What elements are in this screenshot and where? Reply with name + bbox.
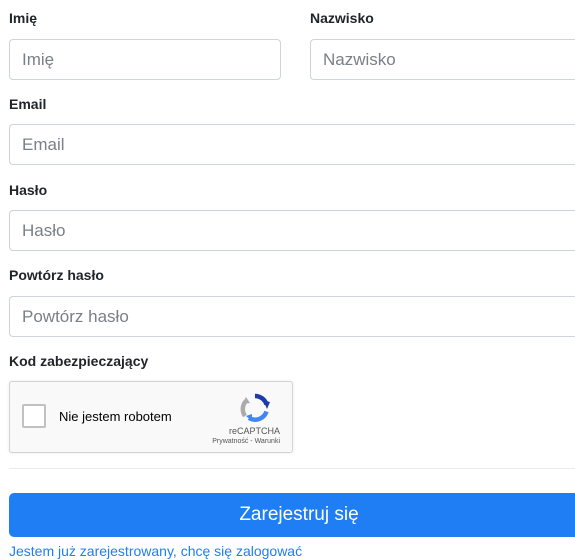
password-repeat-input[interactable]: Powtórz hasło — [9, 296, 575, 337]
password-label: Hasło — [9, 182, 48, 198]
email-label: Email — [9, 96, 47, 112]
register-button[interactable]: Zarejestruj się — [9, 493, 575, 537]
form-divider — [9, 468, 575, 469]
recaptcha-links[interactable]: Prywatność - Warunki — [212, 438, 280, 445]
recaptcha-widget: Nie jestem robotem reCAPTCHA Prywatność … — [9, 381, 293, 453]
recaptcha-brand: reCAPTCHA — [228, 426, 280, 436]
email-input[interactable]: Email — [9, 124, 575, 165]
first-name-input[interactable]: Imię — [9, 39, 281, 80]
last-name-input[interactable]: Nazwisko — [310, 39, 575, 80]
recaptcha-checkbox-text: Nie jestem robotem — [59, 409, 172, 424]
password-input[interactable]: Hasło — [9, 210, 575, 251]
recaptcha-checkbox[interactable] — [22, 404, 46, 428]
login-link[interactable]: Jestem już zarejestrowany, chcę się zalo… — [9, 543, 302, 560]
password-repeat-label: Powtórz hasło — [9, 267, 104, 283]
captcha-label: Kod zabezpieczający — [9, 353, 149, 369]
first-name-label: Imię — [9, 10, 38, 26]
last-name-label: Nazwisko — [310, 10, 374, 26]
recaptcha-logo-icon — [240, 393, 270, 422]
